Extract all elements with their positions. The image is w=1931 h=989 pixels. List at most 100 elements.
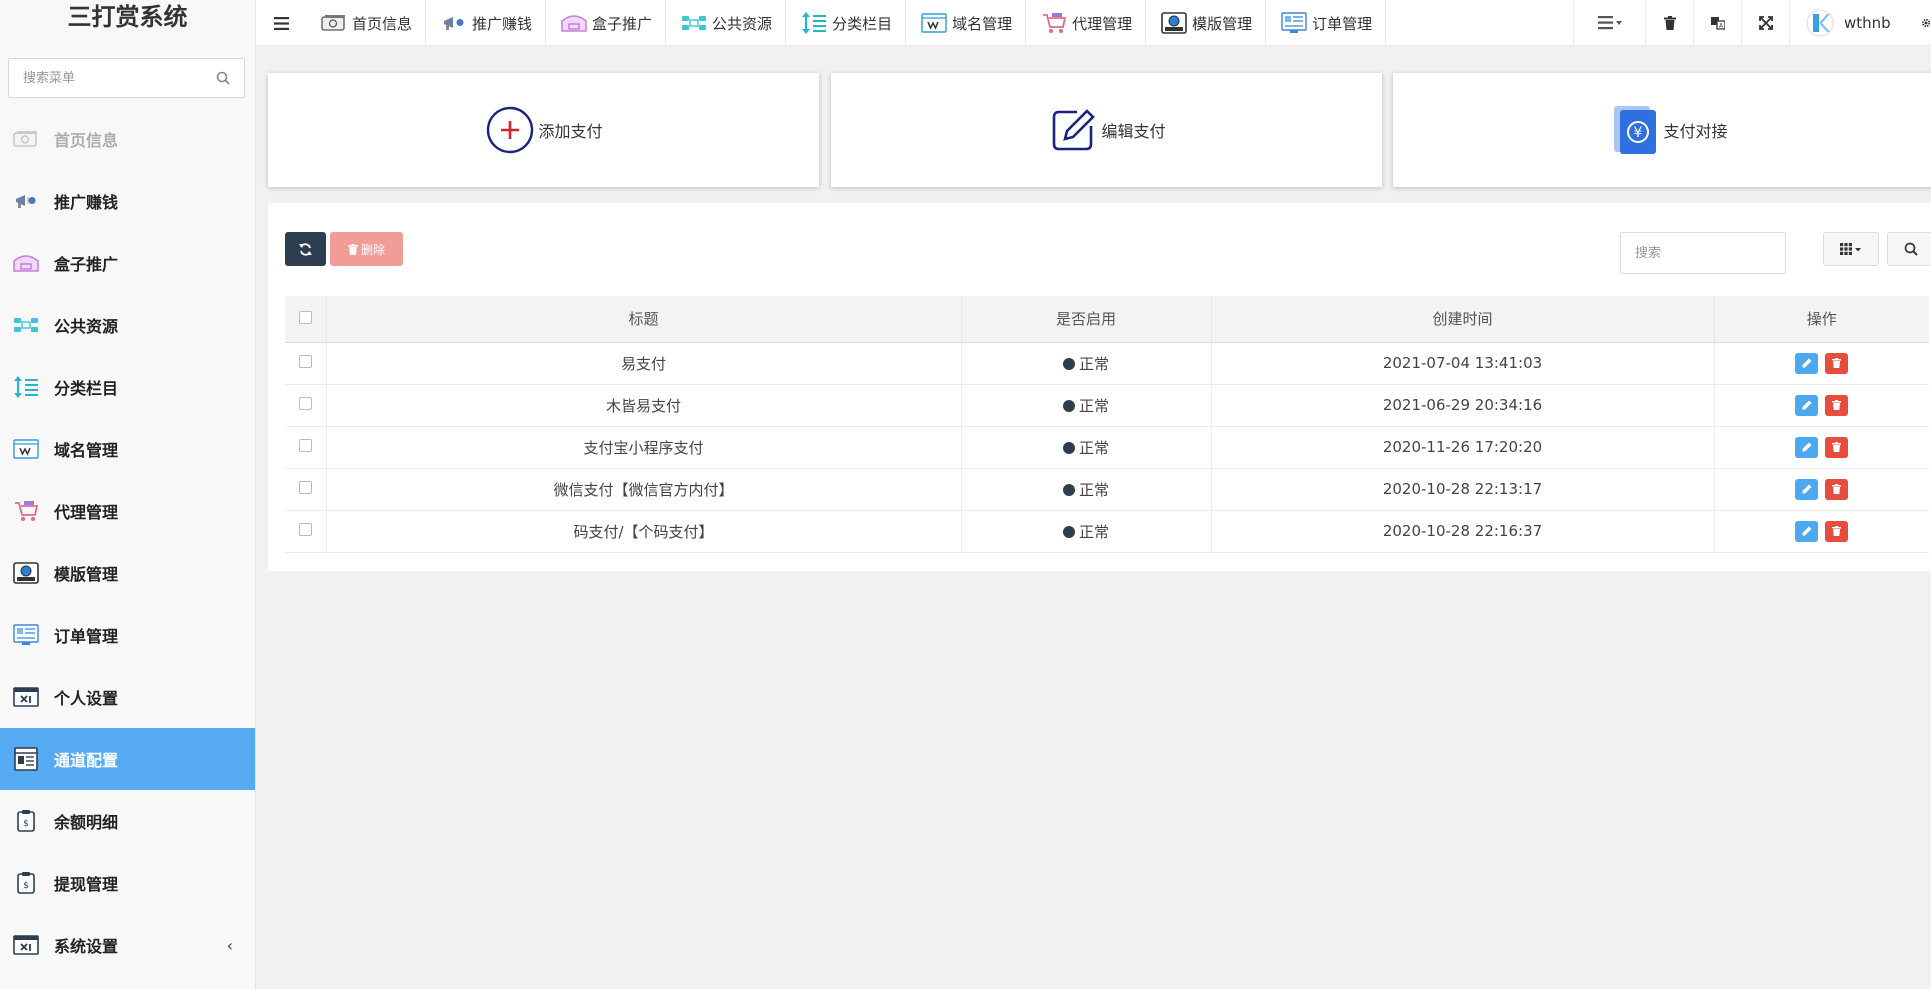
delete-row-button[interactable] <box>1825 520 1849 542</box>
status-label: 正常 <box>1078 522 1109 541</box>
topnav-item-templates[interactable]: 模版管理 <box>1146 0 1267 46</box>
clear-cache-button[interactable] <box>1645 0 1693 46</box>
settings-button[interactable] <box>1921 0 1931 46</box>
pencil-icon <box>1802 400 1812 410</box>
fullscreen-button[interactable] <box>1741 0 1789 46</box>
box-icon <box>560 11 588 35</box>
topnav-item-label: 推广赚钱 <box>472 14 533 33</box>
sidebar-item-system-settings[interactable]: 系统设置 ‹ <box>0 914 255 976</box>
columns-toggle-button[interactable] <box>1823 232 1879 266</box>
topnav-item-label: 模版管理 <box>1192 14 1253 33</box>
table-search-input[interactable] <box>1620 232 1786 274</box>
delete-row-button[interactable] <box>1825 394 1849 416</box>
edit-row-button[interactable] <box>1795 394 1819 416</box>
select-all-checkbox[interactable] <box>298 310 312 324</box>
sidebar-item-categories[interactable]: 分类栏目 <box>0 356 255 418</box>
row-select-cell <box>285 342 327 385</box>
pencil-icon <box>1802 442 1812 452</box>
row-select-cell <box>285 468 327 511</box>
sidebar-item-label: 首页信息 <box>54 131 119 150</box>
sidebar-item-label: 域名管理 <box>54 441 119 460</box>
column-header-enabled[interactable]: 是否启用 <box>961 296 1212 343</box>
sidebar-item-label: 盒子推广 <box>54 255 119 274</box>
trash-icon <box>1832 358 1842 368</box>
sidebar-item-label: 分类栏目 <box>54 379 119 398</box>
edit-row-button[interactable] <box>1795 352 1819 374</box>
delete-row-button[interactable] <box>1825 352 1849 374</box>
payment-table: 标题 是否启用 创建时间 操作 易支付 正常 2021-07-04 13:41:… <box>285 296 1929 553</box>
trash-icon <box>347 243 358 255</box>
sidebar-item-personal-settings[interactable]: 个人设置 <box>0 666 255 728</box>
row-checkbox[interactable] <box>298 439 312 452</box>
sidebar-item-public-resources[interactable]: 公共资源 <box>0 294 255 356</box>
sidebar-item-label: 提现管理 <box>54 875 119 894</box>
column-header-title[interactable]: 标题 <box>326 296 962 343</box>
row-checkbox[interactable] <box>298 523 312 536</box>
payment-integration-card[interactable]: ¥ 支付对接 <box>1393 73 1931 187</box>
refresh-button[interactable] <box>285 232 326 266</box>
sidebar-item-orders[interactable]: 订单管理 <box>0 604 255 666</box>
menu-search-input[interactable] <box>9 59 209 97</box>
cell-created: 2020-10-28 22:13:17 <box>1211 468 1715 511</box>
sidebar-toggle-button[interactable] <box>256 0 306 46</box>
domain-icon <box>920 11 948 35</box>
topnav-item-promotion[interactable]: 推广赚钱 <box>426 0 547 46</box>
menu-search <box>8 58 245 98</box>
edit-row-button[interactable] <box>1795 478 1819 500</box>
topnav-item-label: 代理管理 <box>1072 14 1133 33</box>
config-form-icon <box>12 745 40 773</box>
row-checkbox[interactable] <box>298 397 312 410</box>
sidebar-item-label: 代理管理 <box>54 503 119 522</box>
topnav-item-agents[interactable]: 代理管理 <box>1026 0 1147 46</box>
column-header-created[interactable]: 创建时间 <box>1211 296 1715 343</box>
sidebar-item-withdrawals[interactable]: $ 提现管理 <box>0 852 255 914</box>
edit-row-button[interactable] <box>1795 436 1819 458</box>
edit-payment-card[interactable]: 编辑支付 <box>831 73 1382 187</box>
brand-title: 三打赏系统 <box>67 3 188 31</box>
search-icon[interactable] <box>216 71 230 89</box>
status-label: 正常 <box>1078 480 1109 499</box>
edit-row-button[interactable] <box>1795 520 1819 542</box>
table-search-button[interactable] <box>1887 232 1931 266</box>
table-row: 支付宝小程序支付 正常 2020-11-26 17:20:20 <box>285 426 1929 469</box>
cell-status: 正常 <box>961 426 1212 469</box>
user-menu[interactable]: wthnb <box>1789 0 1921 46</box>
topnav-item-box-promotion[interactable]: 盒子推广 <box>546 0 667 46</box>
network-icon <box>680 11 708 35</box>
nav-menu-dropdown[interactable] <box>1573 0 1645 46</box>
translate-button[interactable]: A <box>1693 0 1741 46</box>
delete-row-button[interactable] <box>1825 436 1849 458</box>
sidebar-item-promotion[interactable]: 推广赚钱 <box>0 170 255 232</box>
dashboard-icon <box>12 621 40 649</box>
list-dropdown-icon <box>1597 16 1622 30</box>
topnav-item-domains[interactable]: 域名管理 <box>906 0 1027 46</box>
row-checkbox[interactable] <box>298 355 312 368</box>
sidebar-menu: 首页信息 推广赚钱 盒子推广 公共资源 分类栏目 域名管理 代理管理 模版管理 <box>0 108 255 976</box>
cell-title: 支付宝小程序支付 <box>326 426 962 469</box>
sidebar-item-label: 模版管理 <box>54 565 119 584</box>
sidebar-item-agents[interactable]: 代理管理 <box>0 480 255 542</box>
delete-row-button[interactable] <box>1825 478 1849 500</box>
add-payment-card[interactable]: 添加支付 <box>268 73 819 187</box>
trash-icon <box>1832 484 1842 494</box>
sidebar-item-label: 订单管理 <box>54 627 119 646</box>
row-select-cell <box>285 384 327 427</box>
sidebar-item-balance-details[interactable]: $ 余额明细 <box>0 790 255 852</box>
sidebar-item-label: 个人设置 <box>54 689 119 708</box>
topnav-item-categories[interactable]: 分类栏目 <box>786 0 907 46</box>
topnav-item-public-resources[interactable]: 公共资源 <box>666 0 787 46</box>
cell-title: 木皆易支付 <box>326 384 962 427</box>
topnav-item-orders[interactable]: 订单管理 <box>1266 0 1387 46</box>
sidebar-item-box-promotion[interactable]: 盒子推广 <box>0 232 255 294</box>
sidebar-item-channel-config[interactable]: 通道配置 <box>0 728 255 790</box>
top-nav-tabs: 首页信息 推广赚钱 盒子推广 公共资源 分类栏目 域名管理 代理管理 模版管理 <box>306 0 1387 46</box>
topnav-item-home[interactable]: 首页信息 <box>306 0 427 46</box>
delete-button[interactable]: 删除 <box>330 232 403 266</box>
sidebar-item-home[interactable]: 首页信息 <box>0 108 255 170</box>
sidebar-item-templates[interactable]: 模版管理 <box>0 542 255 604</box>
sidebar-item-domains[interactable]: 域名管理 <box>0 418 255 480</box>
search-icon <box>1904 242 1918 256</box>
clipboard-icon: $ <box>12 807 40 835</box>
chevron-left-icon[interactable]: ‹ <box>227 936 233 955</box>
row-checkbox[interactable] <box>298 481 312 494</box>
